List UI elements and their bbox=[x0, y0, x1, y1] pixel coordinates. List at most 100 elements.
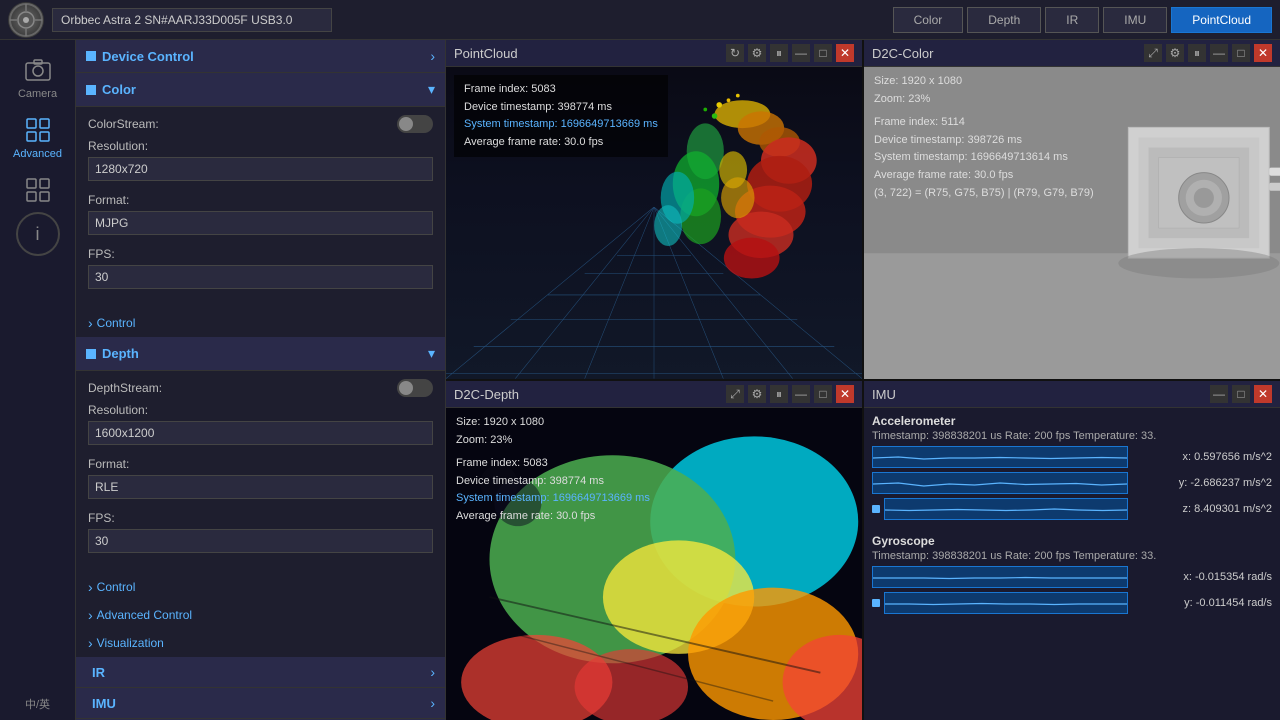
d2c-depth-minimize-btn[interactable]: — bbox=[792, 385, 810, 403]
color-control-subsection[interactable]: Control bbox=[76, 309, 445, 337]
d2c-depth-pause-btn[interactable]: ⏸ bbox=[770, 385, 788, 403]
accel-x-row: x: 0.597656 m/s^2 bbox=[872, 446, 1272, 468]
pointcloud-close-btn[interactable]: ✕ bbox=[836, 44, 854, 62]
ir-arrow: › bbox=[430, 664, 435, 680]
accel-z-row: z: 8.409301 m/s^2 bbox=[872, 498, 1272, 520]
d2c-depth-info: Size: 1920 x 1080 Zoom: 23% Frame index:… bbox=[446, 408, 660, 532]
tab-pointcloud[interactable]: PointCloud bbox=[1171, 7, 1272, 33]
d2c-depth-panel: D2C-Depth ⤢ ⚙ ⏸ — □ ✕ bbox=[446, 381, 862, 720]
pointcloud-refresh-btn[interactable]: ↻ bbox=[726, 44, 744, 62]
pointcloud-maximize-btn[interactable]: □ bbox=[814, 44, 832, 62]
pointcloud-settings-btn[interactable]: ⚙ bbox=[748, 44, 766, 62]
device-control-title: Device Control bbox=[102, 49, 194, 64]
d2c-color-pixel-info: (3, 722) = (R75, G75, B75) | (R79, G79, … bbox=[874, 185, 1094, 203]
d2c-depth-settings-btn[interactable]: ⚙ bbox=[748, 385, 766, 403]
color-fps-label: FPS: bbox=[88, 247, 433, 261]
pointcloud-panel-title: PointCloud bbox=[454, 46, 720, 61]
depth-stream-toggle[interactable] bbox=[397, 379, 433, 397]
depth-resolution-select[interactable]: 1600x1200 bbox=[88, 421, 433, 445]
accel-title: Accelerometer bbox=[872, 414, 1272, 428]
pointcloud-panel-content: Frame index: 5083 Device timestamp: 3987… bbox=[446, 67, 862, 379]
d2c-depth-zoom: Zoom: 23% bbox=[456, 432, 650, 450]
d2c-depth-close-btn[interactable]: ✕ bbox=[836, 385, 854, 403]
color-stream-toggle[interactable] bbox=[397, 115, 433, 133]
color-resolution-select[interactable]: 1280x720 bbox=[88, 157, 433, 181]
device-control-header[interactable]: Device Control › bbox=[76, 40, 445, 73]
imu-minimize-btn[interactable]: — bbox=[1210, 385, 1228, 403]
accel-y-graph bbox=[872, 472, 1128, 494]
d2c-color-close-btn[interactable]: ✕ bbox=[1254, 44, 1272, 62]
sidebar-item-grid[interactable] bbox=[8, 168, 68, 212]
d2c-color-pause-btn[interactable]: ⏸ bbox=[1188, 44, 1206, 62]
d2c-depth-maximize-btn[interactable]: □ bbox=[814, 385, 832, 403]
depth-visualization-subsection[interactable]: Visualization bbox=[76, 629, 445, 657]
d2c-color-expand-btn[interactable]: ⤢ bbox=[1144, 44, 1162, 62]
depth-control-subsection[interactable]: Control bbox=[76, 573, 445, 601]
sidebar-item-advanced[interactable]: Advanced bbox=[8, 108, 68, 168]
d2c-color-avg-fps: Average frame rate: 30.0 fps bbox=[874, 167, 1094, 185]
sidebar-item-camera[interactable]: Camera bbox=[8, 48, 68, 108]
device-selector[interactable]: Orbbec Astra 2 SN#AARJ33D005F USB3.0 bbox=[52, 8, 332, 32]
color-fps-select[interactable]: 30 bbox=[88, 265, 433, 289]
color-section-arrow: ▾ bbox=[428, 81, 435, 98]
depth-section-arrow: ▾ bbox=[428, 345, 435, 362]
color-format-select[interactable]: MJPG bbox=[88, 211, 433, 235]
gyro-title: Gyroscope bbox=[872, 534, 1272, 548]
gyro-y-row: y: -0.011454 rad/s bbox=[872, 592, 1272, 614]
color-resolution-label: Resolution: bbox=[88, 139, 433, 153]
d2c-color-maximize-btn[interactable]: □ bbox=[1232, 44, 1250, 62]
pointcloud-avg-fps: Average frame rate: 30.0 fps bbox=[464, 134, 658, 152]
color-section-header[interactable]: Color ▾ bbox=[76, 73, 445, 107]
d2c-depth-avg-fps: Average frame rate: 30.0 fps bbox=[456, 508, 650, 526]
d2c-depth-panel-title: D2C-Depth bbox=[454, 387, 720, 402]
d2c-color-minimize-btn[interactable]: — bbox=[1210, 44, 1228, 62]
d2c-depth-expand-btn[interactable]: ⤢ bbox=[726, 385, 744, 403]
d2c-depth-panel-header: D2C-Depth ⤢ ⚙ ⏸ — □ ✕ bbox=[446, 381, 862, 408]
pointcloud-panel-controls: ↻ ⚙ ⏸ — □ ✕ bbox=[726, 44, 854, 62]
d2c-color-panel-controls: ⤢ ⚙ ⏸ — □ ✕ bbox=[1144, 44, 1272, 62]
ir-nav-item[interactable]: IR › bbox=[76, 657, 445, 688]
depth-section-indicator bbox=[86, 349, 96, 359]
accel-z-graph bbox=[884, 498, 1128, 520]
imu-nav-item[interactable]: IMU › bbox=[76, 688, 445, 719]
tab-imu[interactable]: IMU bbox=[1103, 7, 1167, 33]
depth-section-body: DepthStream: Resolution: 1600x1200 Forma… bbox=[76, 371, 445, 573]
tab-color[interactable]: Color bbox=[893, 7, 964, 33]
sidebar-info-button[interactable]: i bbox=[16, 212, 60, 256]
tab-depth[interactable]: Depth bbox=[967, 7, 1041, 33]
sidebar-advanced-label: Advanced bbox=[13, 148, 62, 160]
d2c-color-system-ts: System timestamp: 1696649713614 ms bbox=[874, 149, 1094, 167]
pointcloud-minimize-btn[interactable]: — bbox=[792, 44, 810, 62]
d2c-depth-panel-content: Size: 1920 x 1080 Zoom: 23% Frame index:… bbox=[446, 408, 862, 720]
control-panel: Device Control › Color ▾ ColorStream: Re… bbox=[76, 40, 446, 720]
imu-panel: IMU — □ ✕ Accelerometer Timestamp: 39883… bbox=[864, 381, 1280, 720]
main-layout: Camera Advanced i 中/英 bbox=[0, 40, 1280, 720]
app-logo bbox=[8, 2, 44, 38]
accel-x-value: x: 0.597656 m/s^2 bbox=[1132, 451, 1272, 463]
d2c-color-device-ts: Device timestamp: 398726 ms bbox=[874, 132, 1094, 150]
accel-info: Timestamp: 398838201 us Rate: 200 fps Te… bbox=[872, 430, 1272, 442]
depth-advanced-control-subsection[interactable]: Advanced Control bbox=[76, 601, 445, 629]
d2c-color-panel: D2C-Color ⤢ ⚙ ⏸ — □ ✕ bbox=[864, 40, 1280, 379]
pointcloud-pause-btn[interactable]: ⏸ bbox=[770, 44, 788, 62]
ir-label: IR bbox=[92, 665, 105, 680]
tab-ir[interactable]: IR bbox=[1045, 7, 1099, 33]
depth-stream-row: DepthStream: bbox=[88, 379, 433, 397]
imu-maximize-btn[interactable]: □ bbox=[1232, 385, 1250, 403]
imu-close-btn[interactable]: ✕ bbox=[1254, 385, 1272, 403]
imu-arrow: › bbox=[430, 695, 435, 711]
d2c-color-settings-btn[interactable]: ⚙ bbox=[1166, 44, 1184, 62]
content-area: PointCloud ↻ ⚙ ⏸ — □ ✕ bbox=[446, 40, 1280, 720]
accel-z-dot bbox=[872, 505, 880, 513]
pointcloud-frame-index: Frame index: 5083 bbox=[464, 81, 658, 99]
depth-fps-select[interactable]: 30 bbox=[88, 529, 433, 553]
depth-format-label: Format: bbox=[88, 457, 433, 471]
accel-y-value: y: -2.686237 m/s^2 bbox=[1132, 477, 1272, 489]
imu-panel-controls: — □ ✕ bbox=[1210, 385, 1272, 403]
sidebar-lang-toggle[interactable]: 中/英 bbox=[17, 688, 58, 720]
accel-z-value: z: 8.409301 m/s^2 bbox=[1132, 503, 1272, 515]
depth-section-header[interactable]: Depth ▾ bbox=[76, 337, 445, 371]
depth-format-select[interactable]: RLE bbox=[88, 475, 433, 499]
color-section-title: Color bbox=[102, 82, 136, 97]
d2c-color-info: Size: 1920 x 1080 Zoom: 23% Frame index:… bbox=[864, 67, 1104, 208]
